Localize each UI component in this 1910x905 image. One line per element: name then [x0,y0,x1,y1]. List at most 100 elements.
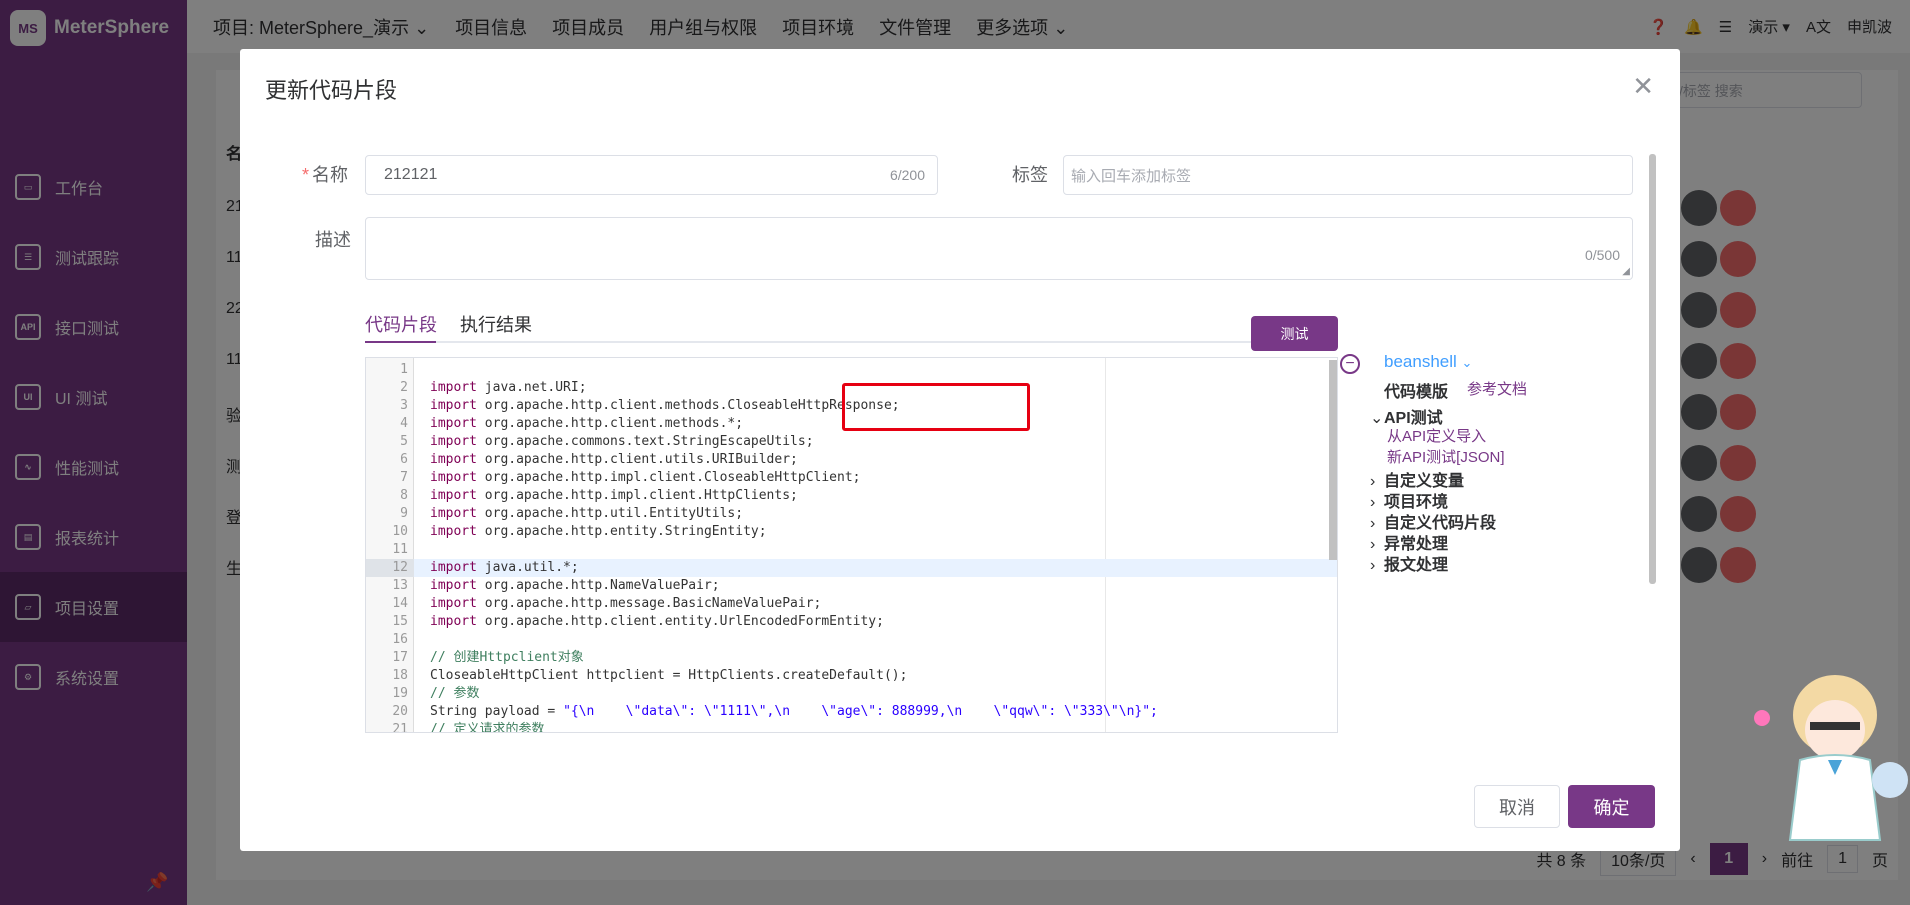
code-text: // 参数 [430,685,479,703]
code-text: CloseableHttpClient httpclient = HttpCli… [430,667,907,685]
active-tab-indicator [365,341,436,343]
line-number: 5 [400,434,408,449]
code-comment: // 创建Httpclient对象 [430,650,584,665]
tree-group[interactable]: › 报文处理 [1370,551,1448,575]
tab-code-snippet[interactable]: 代码片段 [365,311,437,337]
code-plain: org.apache.http.client.utils.URIBuilder; [476,452,798,467]
code-text: import org.apache.http.client.methods.Cl… [430,397,900,415]
code-plain: org.apache.http.entity.StringEntity; [476,524,767,539]
code-plain: org.apache.http.NameValuePair; [476,578,720,593]
language-select[interactable]: beanshell ⌄ [1384,352,1472,372]
confirm-button[interactable]: 确定 [1568,785,1655,828]
code-line: 13 import org.apache.http.NameValuePair; [366,577,1337,595]
line-number: 1 [400,362,408,377]
code-text: import org.apache.http.client.methods.*; [430,415,743,433]
code-line: 15 import org.apache.http.client.entity.U… [366,613,1337,631]
code-keyword: import [430,416,477,431]
code-plain: org.apache.http.client.methods.*; [476,416,744,431]
name-char-count: 6/200 [889,167,925,183]
code-line: 12 import java.util.*; [366,559,1337,577]
code-line: 6 import org.apache.http.client.utils.URI… [366,451,1337,469]
code-line: 21 // 定义请求的参数 [366,721,1337,733]
resize-handle-icon[interactable]: ◢ [1622,266,1630,277]
code-plain: CloseableHttpClient httpclient = HttpCli… [430,668,908,683]
code-line: 1 [366,361,1337,379]
code-keyword: import [430,506,477,521]
code-keyword: import [430,398,477,413]
code-keyword: import [430,452,477,467]
line-number: 15 [392,614,408,629]
line-number: 3 [400,398,408,413]
line-number: 18 [392,668,408,683]
line-number: 11 [392,542,408,557]
tree-leaf[interactable]: 新API测试[JSON] [1387,446,1505,467]
code-plain: java.net.URI; [476,380,587,395]
dialog-title: 更新代码片段 [265,78,398,103]
line-number: 19 [392,686,408,701]
line-number: 2 [400,380,408,395]
language-value: beanshell [1384,352,1457,371]
code-text: import java.util.*; [430,559,579,577]
editor-scrollbar[interactable] [1329,360,1337,560]
code-line: 20 String payload = "{\n \"data\": \"1111… [366,703,1337,721]
description-label: 描述 [315,230,351,250]
code-line: 5 import org.apache.commons.text.StringEs… [366,433,1337,451]
tab-execution-result[interactable]: 执行结果 [460,311,532,337]
code-keyword: import [430,524,477,539]
line-number: 12 [366,559,414,577]
code-line: 16 [366,631,1337,649]
code-text: // 创建Httpclient对象 [430,649,584,667]
name-input[interactable]: 212121 6/200 [365,155,938,195]
code-line: 9 import org.apache.http.util.EntityUtils… [366,505,1337,523]
tags-input[interactable]: 输入回车添加标签 [1063,155,1633,195]
code-plain: String payload = [430,704,564,719]
chevron-right-icon: › [1370,557,1376,574]
line-number: 6 [400,452,408,467]
code-plain: org.apache.http.client.entity.UrlEncoded… [476,614,884,629]
tree-leaf[interactable]: 从API定义导入 [1387,425,1486,446]
line-number: 4 [400,416,408,431]
code-line: 10 import org.apache.http.entity.StringEn… [366,523,1337,541]
line-number: 20 [392,704,408,719]
code-template-label: 代码模版 [1384,384,1449,401]
test-button[interactable]: 测试 [1251,316,1338,351]
code-keyword: import [430,488,477,503]
collapse-panel-icon[interactable]: − [1340,354,1360,374]
code-line: 14 import org.apache.http.message.BasicNa… [366,595,1337,613]
line-number: 14 [392,596,408,611]
dialog-scrollbar[interactable] [1649,154,1656,584]
code-text: import org.apache.http.client.utils.URIB… [430,451,798,469]
description-textarea[interactable]: 0/500 ◢ [365,217,1633,280]
code-plain: org.apache.http.message.BasicNameValuePa… [476,596,822,611]
description-char-count: 0/500 [1584,247,1620,263]
code-string: "{\n \"data\": \"1111\",\n \"age\": 8889… [563,704,1158,719]
code-comment: // 参数 [430,686,480,701]
code-text: import org.apache.http.entity.StringEnti… [430,523,767,541]
name-label-text: 名称 [312,165,349,185]
code-plain: java.util.*; [476,560,579,575]
line-number: 16 [392,632,408,647]
line-number: 7 [400,470,408,485]
code-line: 18 CloseableHttpClient httpclient = HttpC… [366,667,1337,685]
update-snippet-dialog: 更新代码片段 ✕ * 名称 212121 6/200 标签 输入回车添加标签 描述… [240,49,1680,851]
reference-doc-link[interactable]: 参考文档 [1467,378,1527,399]
code-comment: // 定义请求的参数 [430,722,545,733]
code-keyword: import [430,560,477,575]
code-keyword: import [430,596,477,611]
chevron-down-icon: ⌄ [1370,410,1384,427]
name-value: 212121 [384,166,438,183]
annotation-highlight-box [842,383,1030,431]
line-number: 13 [392,578,408,593]
code-keyword: import [430,578,477,593]
code-line: 7 import org.apache.http.impl.client.Clos… [366,469,1337,487]
name-label: * 名称 [302,165,349,185]
code-plain: org.apache.http.impl.client.CloseableHtt… [476,470,861,485]
close-icon[interactable]: ✕ [1632,71,1654,102]
code-keyword: import [430,614,477,629]
code-plain: org.apache.http.impl.client.HttpClients; [476,488,798,503]
code-tabs: 代码片段 执行结果 [365,311,1338,343]
code-text: // 定义请求的参数 [430,721,545,733]
code-line: 17 // 创建Httpclient对象 [366,649,1337,667]
cancel-button[interactable]: 取消 [1474,785,1560,828]
line-number: 21 [392,722,408,733]
